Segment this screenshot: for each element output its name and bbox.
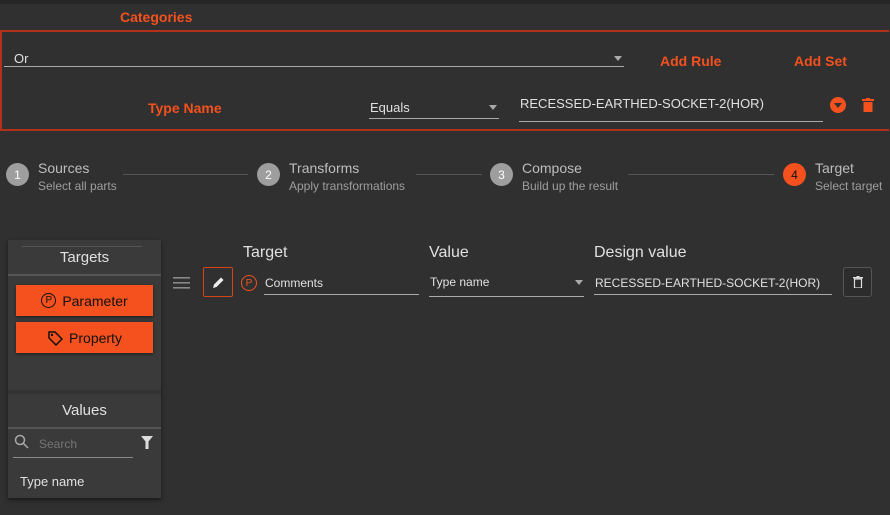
step-connector (123, 174, 248, 175)
values-title: Values (62, 402, 107, 419)
rule-value-text: RECESSED-EARTHED-SOCKET-2(HOR) (520, 96, 764, 111)
parameter-label: Parameter (62, 292, 128, 309)
values-list-item[interactable]: Type name (20, 474, 84, 489)
step-connector (416, 174, 482, 175)
property-label: Property (69, 329, 122, 346)
step-4-circle[interactable]: 4 (783, 163, 806, 186)
combinator-select[interactable]: Or (4, 50, 624, 67)
edit-button[interactable] (203, 267, 233, 297)
design-value-text: RECESSED-EARTHED-SOCKET-2(HOR) (595, 276, 821, 290)
chevron-down-icon (614, 56, 622, 61)
expand-icon[interactable] (830, 97, 846, 113)
target-value: Comments (265, 276, 324, 290)
divider (22, 246, 142, 247)
parameter-button[interactable]: P Parameter (16, 285, 153, 316)
values-search-input[interactable] (13, 431, 133, 458)
pencil-icon (212, 277, 223, 288)
design-value-input[interactable]: RECESSED-EARTHED-SOCKET-2(HOR) (594, 272, 832, 295)
filter-icon[interactable] (141, 436, 153, 449)
step-3-circle[interactable]: 3 (490, 163, 513, 186)
tag-icon (48, 330, 64, 346)
drag-handle-icon[interactable] (173, 277, 190, 289)
targets-panel: Targets P Parameter Property Values Type… (8, 240, 161, 498)
target-header: Target (243, 244, 288, 261)
divider (8, 390, 161, 394)
add-rule-button[interactable]: Add Rule (660, 53, 721, 69)
add-set-button[interactable]: Add Set (794, 53, 847, 69)
property-button[interactable]: Property (16, 322, 153, 353)
rule-value-input[interactable]: RECESSED-EARTHED-SOCKET-2(HOR) (519, 96, 823, 122)
value-header: Value (429, 244, 469, 261)
rule-field[interactable]: Type Name (148, 100, 222, 116)
operator-select[interactable]: Equals (369, 98, 499, 119)
divider (8, 274, 161, 276)
divider (8, 427, 161, 429)
step-2-subtitle: Apply transformations (289, 179, 406, 193)
value-select[interactable]: Type name (429, 272, 584, 297)
step-connector (628, 174, 774, 175)
delete-rule-icon[interactable] (862, 98, 874, 112)
step-4-subtitle: Select target (815, 179, 883, 193)
chevron-down-icon (575, 280, 583, 285)
delete-mapping-button[interactable] (843, 267, 872, 297)
target-input[interactable]: Comments (264, 272, 419, 295)
targets-title: Targets (59, 249, 110, 266)
operator-value: Equals (370, 100, 410, 115)
step-2-title[interactable]: Transforms (289, 160, 359, 176)
design-value-header: Design value (594, 244, 687, 261)
trash-icon (852, 276, 863, 288)
value-selected: Type name (430, 275, 490, 289)
parameter-icon: P (241, 275, 257, 291)
chevron-down-icon (489, 105, 497, 110)
step-3-subtitle: Build up the result (522, 179, 619, 193)
categories-label[interactable]: Categories (120, 9, 192, 25)
top-bar (0, 0, 890, 4)
step-1-circle[interactable]: 1 (6, 163, 29, 186)
step-1-subtitle: Select all parts (38, 179, 117, 193)
combinator-value: Or (14, 51, 29, 66)
step-1-title[interactable]: Sources (38, 160, 89, 176)
step-2-circle[interactable]: 2 (257, 163, 280, 186)
parameter-icon: P (41, 293, 57, 308)
step-3-title[interactable]: Compose (522, 160, 582, 176)
step-4-title[interactable]: Target (815, 160, 854, 176)
